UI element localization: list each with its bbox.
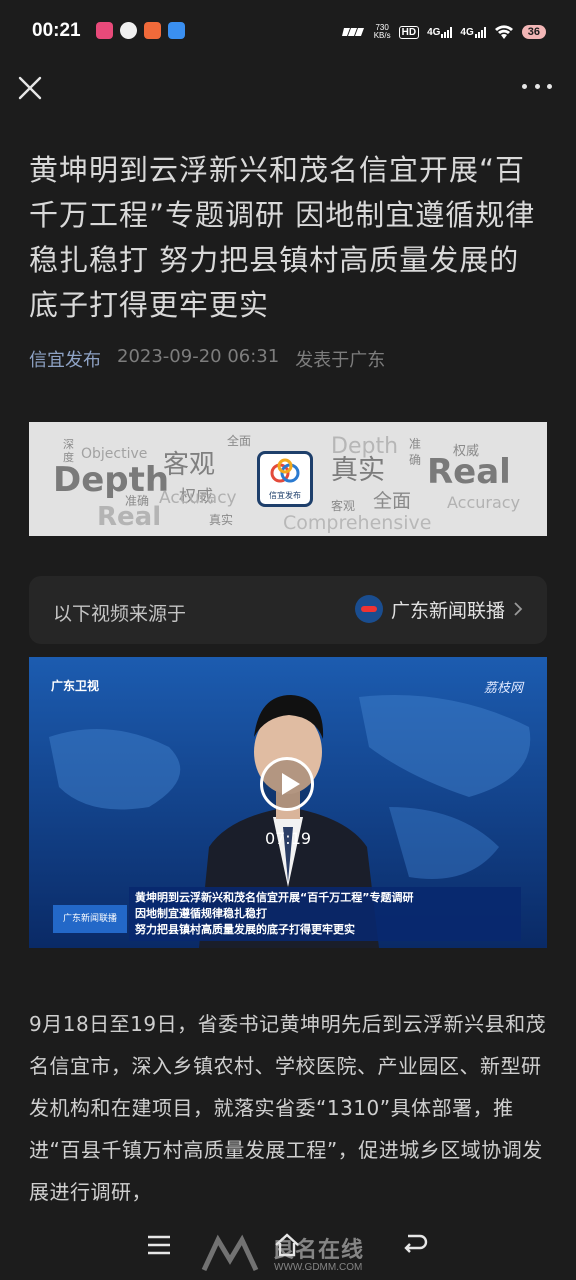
caption-line: 努力把县镇村高质量发展的底子打得更牢更实 (135, 923, 355, 936)
watermark-logo-icon (201, 1234, 259, 1272)
watermark-text: 良名在线 (272, 1238, 365, 1263)
article-body: 9月18日至19日，省委书记黄坤明先后到云浮新兴县和茂名信宜市，深入乡镇农村、学… (29, 1012, 547, 1204)
battery-indicator: 36 (521, 25, 546, 39)
banner-word: Comprehensive (283, 512, 432, 534)
channel-name: 广东新闻联播 (390, 599, 505, 622)
play-button[interactable] (260, 757, 314, 811)
video-player[interactable]: 广东卫视 荔枝网 07:19 广东新闻联播 黄坤明到云浮新兴和茂名信宜开展“百千… (29, 657, 547, 948)
banner-word: 准确 (409, 437, 422, 467)
close-button[interactable] (16, 74, 44, 102)
banner-word: Accuracy (447, 493, 521, 512)
banner-word: Accuracy (159, 488, 237, 508)
channel-watermark: 广东卫视 (51, 679, 100, 693)
hd-badge: HD (398, 25, 420, 39)
banner-word: Real (97, 502, 162, 532)
banner-word: 全面 (373, 490, 412, 512)
close-icon (18, 76, 42, 100)
banner-word: Real (427, 452, 511, 492)
network-speed: 730 KB/s (373, 23, 391, 40)
logo-rings-icon (270, 458, 300, 483)
banner-word: 真实 (209, 513, 234, 527)
app-notification-icon (96, 22, 113, 39)
video-source-bar[interactable]: 以下视频来源于 广东新闻联播 (29, 576, 547, 644)
banner-word: 全面 (227, 434, 252, 448)
video-source-channel[interactable]: 广东新闻联播 (354, 595, 523, 623)
app-notification-icon (144, 22, 161, 39)
app-notification-icon (168, 22, 185, 39)
caption-line: 因地制宜遵循规律稳扎稳打 (135, 907, 267, 920)
signal-2: 4G (460, 26, 486, 38)
article-title: 黄坤明到云浮新兴和茂名信宜开展“百千万工程”专题调研 因地制宜遵循规律稳扎稳打 … (29, 153, 536, 322)
logo-text: 信宜发布 (269, 491, 301, 500)
menu-button[interactable] (144, 1230, 178, 1264)
banner-word: 真实 (331, 455, 385, 486)
ticker-tag: 广东新闻联播 (53, 905, 127, 933)
banner-word: 客观 (163, 450, 216, 480)
status-bar: 00:21 730 KB/s HD 4G 4G 36 (0, 0, 576, 66)
top-bar (0, 66, 576, 110)
video-duration: 07:19 (264, 829, 312, 848)
back-icon (404, 1234, 428, 1253)
system-nav-bar: 良名在线 WWW.GDMM.COM (0, 1224, 576, 1280)
xinyi-logo: 信宜发布 (257, 451, 313, 507)
wifi-icon (494, 25, 513, 39)
app-notification-icon (120, 22, 137, 39)
video-caption: 黄坤明到云浮新兴和茂名信宜开展“百千万工程”专题调研 因地制宜遵循规律稳扎稳打 … (129, 887, 521, 941)
chevron-right-icon (514, 602, 523, 616)
more-icon (522, 83, 527, 89)
back-button[interactable] (400, 1230, 434, 1264)
nfc-icon (341, 28, 364, 36)
channel-logo-icon (354, 595, 383, 623)
watermark-url: WWW.GDMM.COM (274, 1262, 363, 1273)
banner-word: Depth (53, 460, 170, 500)
publish-datetime: 2023-09-20 06:31 (117, 346, 280, 367)
site-watermark: 荔枝网 (483, 681, 523, 696)
article-meta: 信宜发布 2023-09-20 06:31 发表于广东 (29, 346, 385, 372)
signal-1: 4G (427, 26, 453, 38)
more-button[interactable] (522, 76, 552, 96)
publish-location: 发表于广东 (295, 350, 386, 371)
menu-icon (148, 1235, 170, 1255)
caption-line: 黄坤明到云浮新兴和茂名信宜开展“百千万工程”专题调研 (135, 891, 414, 904)
video-source-label: 以下视频来源于 (53, 603, 187, 625)
brand-banner: 深度 Objective Depth 准确 Real 客观 权威 全面 Accu… (29, 422, 547, 536)
status-time: 00:21 (32, 20, 81, 41)
source-link[interactable]: 信宜发布 (29, 346, 101, 372)
